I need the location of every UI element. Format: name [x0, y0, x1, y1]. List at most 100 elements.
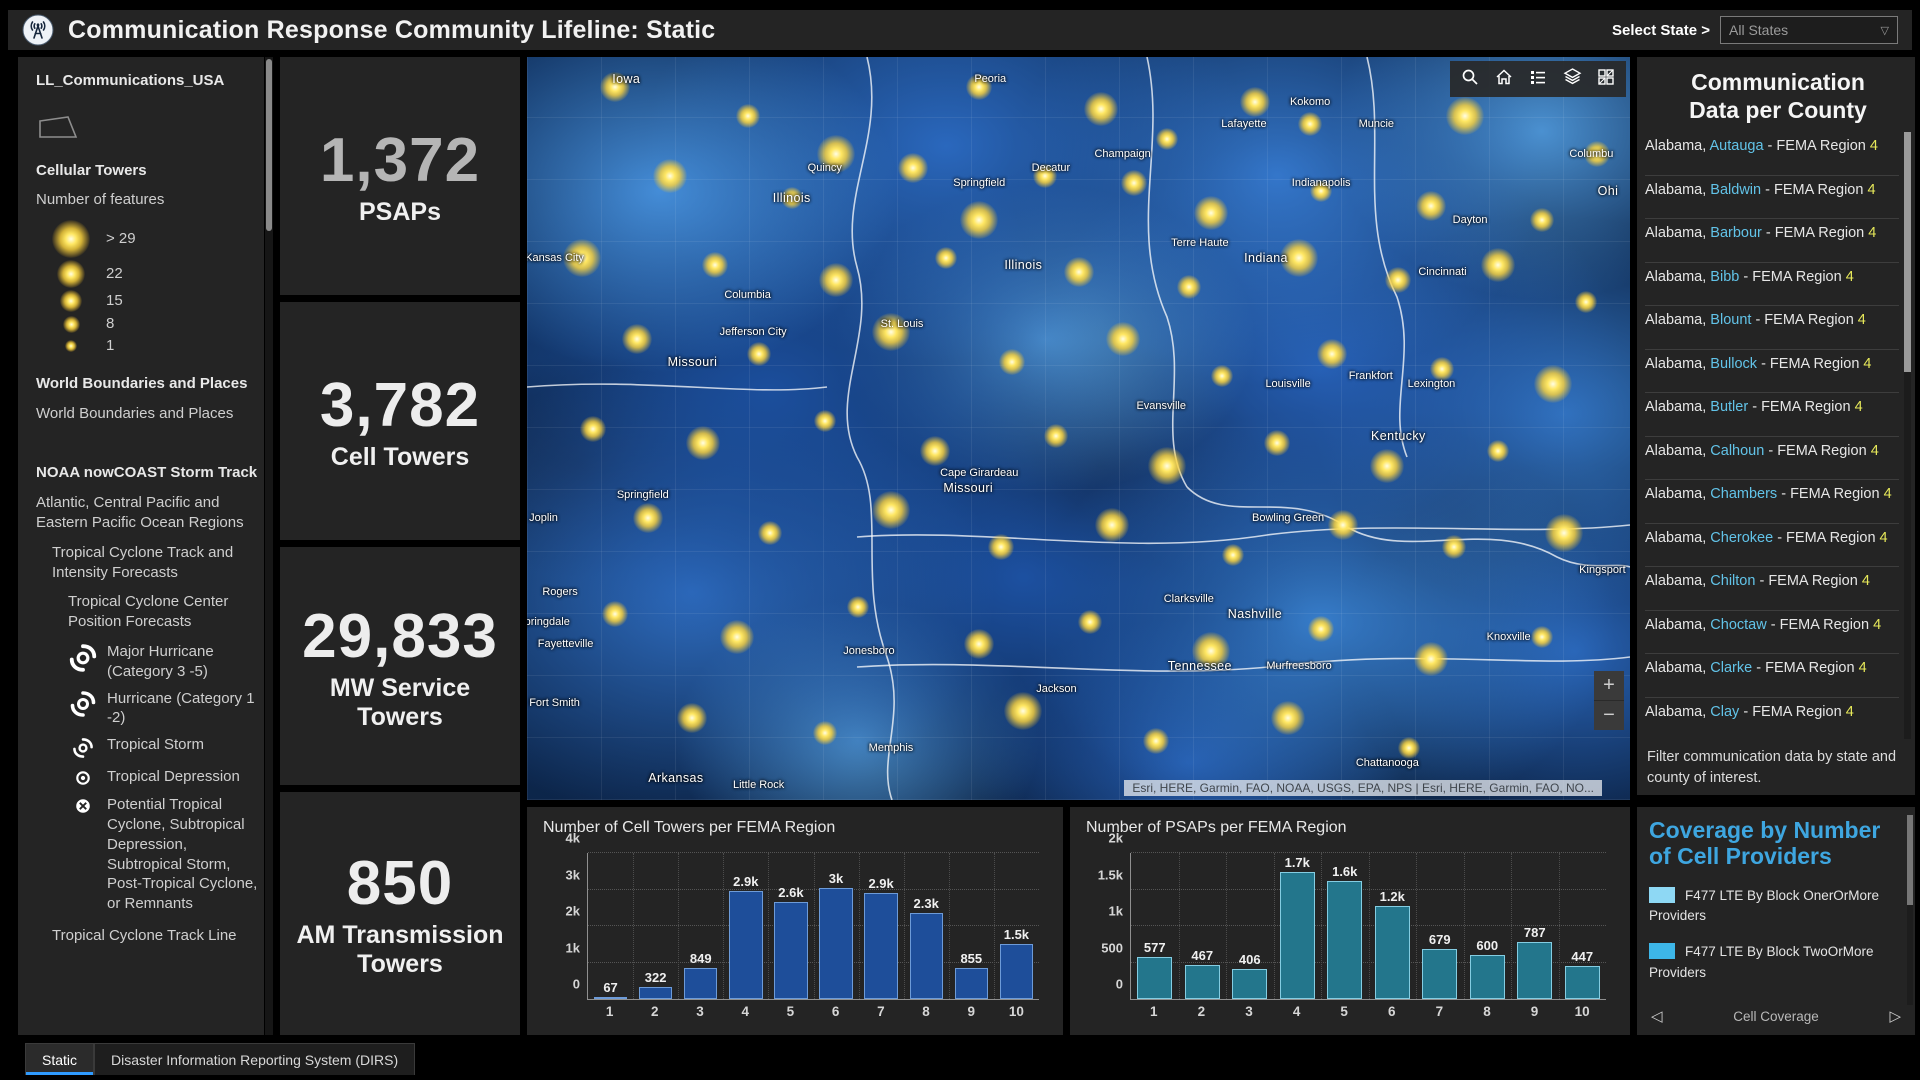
fema-region-number: 4 — [1846, 269, 1854, 285]
y-axis-tick-label: 500 — [1101, 940, 1123, 955]
zoom-in-button[interactable]: + — [1594, 671, 1624, 701]
county-list-item[interactable]: Alabama, Choctaw - FEMA Region 4 — [1645, 611, 1899, 655]
chart-plot: 01k2k3k4k673228492.9k2.6k3k2.9k2.3k8551.… — [587, 853, 1039, 1000]
state-dropdown[interactable]: All States ▽ — [1720, 16, 1898, 44]
stat-value: 3,782 — [320, 370, 480, 441]
basemap-grid-button[interactable] — [1590, 64, 1622, 94]
x-axis-tick-label: 7 — [1416, 1004, 1464, 1019]
bar-value-label: 3k — [829, 871, 843, 886]
county-list-item[interactable]: Alabama, Calhoun - FEMA Region 4 — [1645, 437, 1899, 481]
chart-bar[interactable] — [774, 902, 807, 999]
county-name: Calhoun — [1710, 443, 1764, 459]
county-list-item[interactable]: Alabama, Chambers - FEMA Region 4 — [1645, 480, 1899, 524]
chart-bar[interactable] — [1137, 957, 1172, 999]
chart-bar-slot: 1.2k — [1369, 853, 1417, 999]
pager-right-icon[interactable]: ▷ — [1889, 1007, 1901, 1025]
county-list-item[interactable]: Alabama, Barbour - FEMA Region 4 — [1645, 219, 1899, 263]
county-list-item[interactable]: Alabama, Baldwin - FEMA Region 4 — [1645, 176, 1899, 220]
chart-bar[interactable] — [1470, 955, 1505, 999]
tropical-storm-icon — [68, 736, 98, 760]
county-name: Bibb — [1710, 269, 1739, 285]
county-state: Alabama, — [1645, 356, 1710, 372]
county-list-item[interactable]: Alabama, Cherokee - FEMA Region 4 — [1645, 524, 1899, 568]
chart-bar[interactable] — [1185, 965, 1220, 999]
legend-cellular-towers-title: Cellular Towers — [36, 161, 258, 181]
chart-bar[interactable] — [1517, 942, 1552, 999]
chart-bar[interactable] — [819, 888, 852, 999]
chart-bar[interactable] — [1327, 881, 1362, 999]
coverage-providers-panel: Coverage by Number of Cell Providers F47… — [1637, 807, 1915, 1035]
chart-bar[interactable] — [910, 913, 943, 999]
layers-icon — [1563, 67, 1582, 91]
county-fema-text: - FEMA Region — [1767, 617, 1873, 633]
potential-cyclone-icon — [68, 796, 98, 816]
tab-static[interactable]: Static — [25, 1043, 94, 1075]
stat-value: 1,372 — [320, 125, 480, 196]
bar-value-label: 2.3k — [914, 896, 939, 911]
county-name: Bullock — [1710, 356, 1757, 372]
y-axis-tick-label: 1k — [1109, 904, 1123, 919]
chart-bar[interactable] — [1565, 966, 1600, 999]
county-list-item[interactable]: Alabama, Blount - FEMA Region 4 — [1645, 306, 1899, 350]
fema-region-number: 4 — [1867, 182, 1875, 198]
legend-storm-label: Tropical Storm — [107, 735, 204, 755]
legend-list-icon — [1529, 68, 1547, 91]
stat-value: 29,833 — [302, 601, 498, 672]
chart-bar[interactable] — [594, 997, 627, 999]
county-list-item[interactable]: Alabama, Bullock - FEMA Region 4 — [1645, 350, 1899, 394]
legend-storm-track-title: NOAA nowCOAST Storm Track — [36, 463, 258, 483]
chart-bar[interactable] — [684, 968, 717, 999]
county-list-item[interactable]: Alabama, Butler - FEMA Region 4 — [1645, 393, 1899, 437]
fema-region-number: 4 — [1880, 530, 1888, 546]
chart-bar[interactable] — [864, 893, 897, 999]
county-list-item[interactable]: Alabama, Chilton - FEMA Region 4 — [1645, 567, 1899, 611]
chart-bar[interactable] — [639, 987, 672, 999]
chart-bar-slot: 679 — [1416, 853, 1464, 999]
legend-storm-item: Potential Tropical Cyclone, Subtropical … — [68, 795, 258, 914]
county-fema-text: - FEMA Region — [1764, 138, 1870, 154]
zoom-out-button[interactable]: − — [1594, 701, 1624, 730]
bar-value-label: 1.5k — [1004, 927, 1029, 942]
layers-button[interactable] — [1556, 64, 1588, 94]
psaps-chart-panel: Number of PSAPs per FEMA Region05001k1.5… — [1070, 807, 1630, 1035]
county-list-item[interactable]: Alabama, Clay - FEMA Region 4 — [1645, 698, 1899, 739]
home-button[interactable] — [1488, 64, 1520, 94]
pager-left-icon[interactable]: ◁ — [1651, 1007, 1663, 1025]
tab-disaster-information-reporting[interactable]: Disaster Information Reporting System (D… — [94, 1043, 415, 1075]
chart-bar[interactable] — [729, 891, 762, 999]
chart-bar-slot: 1.5k — [994, 853, 1039, 999]
county-fema-text: - FEMA Region — [1757, 356, 1863, 372]
map-canvas[interactable]: IowaPeoriaKokomoLafayetteMuncieChampaign… — [527, 57, 1630, 800]
county-list-scrollbar[interactable] — [1904, 132, 1911, 739]
x-axis-tick-label: 6 — [1368, 1004, 1416, 1019]
chart-bar[interactable] — [1280, 872, 1315, 999]
chart-bar[interactable] — [1000, 944, 1033, 999]
coverage-scrollbar[interactable] — [1907, 815, 1913, 1005]
county-list-item[interactable]: Alabama, Autauga - FEMA Region 4 — [1645, 132, 1899, 176]
county-fema-text: - FEMA Region — [1761, 182, 1867, 198]
sidebar-scrollbar[interactable] — [265, 57, 273, 1035]
chart-bar[interactable] — [1375, 906, 1410, 999]
coverage-legend: F477 LTE By Block OnerOrMore ProvidersF4… — [1649, 870, 1903, 983]
state-dropdown-value: All States — [1729, 22, 1788, 38]
y-axis-tick-label: 2k — [566, 904, 580, 919]
map-attribution: Esri, HERE, Garmin, FAO, NOAA, USGS, EPA… — [1124, 780, 1602, 796]
x-axis-tick-label: 4 — [1273, 1004, 1321, 1019]
tower-size-icon — [52, 220, 90, 258]
county-state: Alabama, — [1645, 660, 1710, 676]
county-fema-text: - FEMA Region — [1748, 399, 1854, 415]
chart-bar[interactable] — [1232, 969, 1267, 999]
county-list-item[interactable]: Alabama, Clarke - FEMA Region 4 — [1645, 654, 1899, 698]
county-fema-text: - FEMA Region — [1751, 312, 1857, 328]
chart-bar[interactable] — [955, 968, 988, 999]
county-list-item[interactable]: Alabama, Bibb - FEMA Region 4 — [1645, 263, 1899, 307]
legend-storm-label: Tropical Depression — [107, 767, 240, 787]
fema-region-number: 4 — [1859, 660, 1867, 676]
bar-value-label: 600 — [1476, 938, 1498, 953]
legend-list-button[interactable] — [1522, 64, 1554, 94]
chart-bar[interactable] — [1422, 949, 1457, 999]
search-button[interactable] — [1454, 64, 1486, 94]
chart-bar-slot: 3k — [813, 853, 858, 999]
tower-size-icon — [63, 316, 80, 333]
y-axis-tick-label: 0 — [1116, 977, 1123, 992]
